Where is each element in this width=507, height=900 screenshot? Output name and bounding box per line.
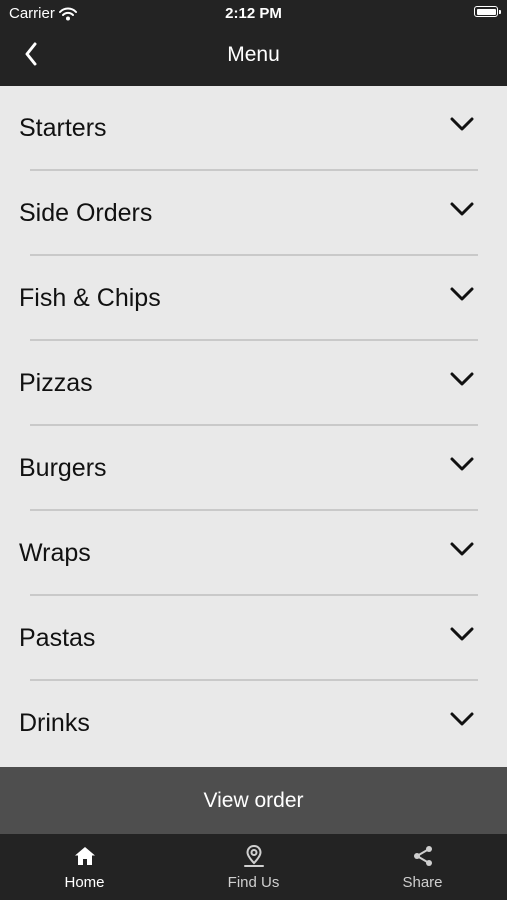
menu-category-label: Drinks — [19, 709, 90, 737]
chevron-down-icon — [449, 541, 475, 562]
tab-share[interactable]: Share — [338, 834, 507, 900]
chevron-down-icon — [449, 626, 475, 647]
chevron-down-icon — [449, 711, 475, 732]
menu-category-starters[interactable]: Starters — [0, 86, 507, 171]
menu-category-label: Pastas — [19, 624, 96, 652]
status-time: 2:12 PM — [225, 5, 282, 22]
battery-icon — [474, 6, 501, 17]
chevron-down-icon — [449, 456, 475, 477]
navigation-bar: Menu — [0, 28, 507, 86]
menu-category-label: Wraps — [19, 539, 91, 567]
tab-bar: Home Find Us Share — [0, 834, 507, 900]
tab-find-us[interactable]: Find Us — [169, 834, 338, 900]
share-icon — [411, 844, 435, 873]
chevron-down-icon — [449, 286, 475, 307]
chevron-down-icon — [449, 371, 475, 392]
menu-category-wraps[interactable]: Wraps — [0, 511, 507, 596]
view-order-button[interactable]: View order — [0, 767, 507, 834]
tab-label: Home — [64, 874, 105, 891]
menu-category-pastas[interactable]: Pastas — [0, 596, 507, 681]
tab-label: Share — [402, 874, 443, 891]
map-pin-icon — [242, 844, 266, 873]
menu-category-label: Fish & Chips — [19, 284, 161, 312]
menu-category-label: Burgers — [19, 454, 107, 482]
menu-category-pizzas[interactable]: Pizzas — [0, 341, 507, 426]
menu-category-drinks[interactable]: Drinks — [0, 681, 507, 766]
tab-label: Find Us — [227, 874, 280, 891]
menu-category-label: Starters — [19, 114, 107, 142]
menu-category-list: Starters Side Orders Fish & Chips Pizzas… — [0, 86, 507, 767]
page-title: Menu — [227, 43, 280, 66]
chevron-down-icon — [449, 116, 475, 137]
menu-category-side-orders[interactable]: Side Orders — [0, 171, 507, 256]
status-bar: Carrier 2:12 PM — [0, 0, 507, 28]
menu-category-label: Pizzas — [19, 369, 93, 397]
chevron-down-icon — [449, 201, 475, 222]
menu-category-label: Side Orders — [19, 199, 153, 227]
menu-category-fish-and-chips[interactable]: Fish & Chips — [0, 256, 507, 341]
tab-home[interactable]: Home — [0, 834, 169, 900]
menu-category-burgers[interactable]: Burgers — [0, 426, 507, 511]
home-icon — [73, 844, 97, 873]
